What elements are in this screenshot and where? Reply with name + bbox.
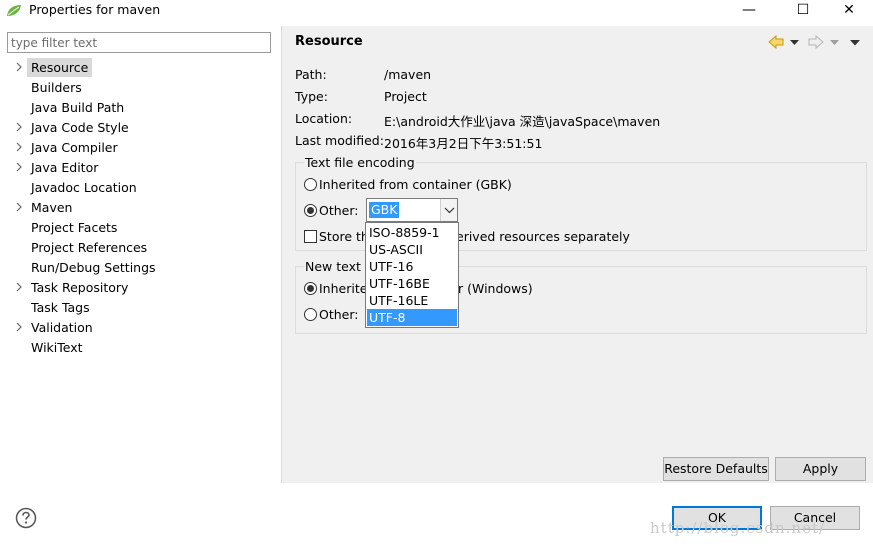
store-derived-label-start: Store th xyxy=(319,229,369,244)
chevron-right-icon[interactable] xyxy=(14,141,24,153)
path-value: /maven xyxy=(384,67,432,82)
dropdown-option-us-ascii[interactable]: US-ASCII xyxy=(367,241,457,258)
spring-leaf-icon xyxy=(7,5,21,16)
chevron-right-icon[interactable] xyxy=(14,61,24,73)
inherited-delimiter-radio[interactable] xyxy=(304,282,317,295)
nav-item-task-tags[interactable]: Task Tags xyxy=(0,298,280,318)
close-button[interactable]: ✕ xyxy=(829,0,869,22)
nav-item-label: Java Code Style xyxy=(31,120,129,135)
chevron-right-icon[interactable] xyxy=(14,161,24,173)
other-delimiter-radio[interactable] xyxy=(304,308,317,321)
restore-defaults-button[interactable]: Restore Defaults xyxy=(663,457,769,481)
nav-item-label: Java Compiler xyxy=(31,140,118,155)
path-label: Path: xyxy=(295,67,327,82)
location-label: Location: xyxy=(295,111,353,126)
back-menu-chevron-icon[interactable] xyxy=(790,40,799,46)
chevron-right-icon[interactable] xyxy=(14,201,24,213)
nav-item-label: WikiText xyxy=(31,340,83,355)
maximize-button[interactable]: ☐ xyxy=(783,0,823,22)
nav-item-label: Validation xyxy=(31,320,93,335)
last-modified-label: Last modified: xyxy=(295,133,384,148)
encoding-combo-value: GBK xyxy=(369,202,400,218)
watermark: http://blog.csdn.net/ xyxy=(650,519,826,537)
chevron-right-icon[interactable] xyxy=(14,281,24,293)
nav-item-java-code-style[interactable]: Java Code Style xyxy=(0,118,280,138)
line-delimiter-group-title: New text f xyxy=(304,259,371,274)
encoding-combo-button[interactable] xyxy=(440,199,457,221)
other-delimiter-label: Other: xyxy=(319,307,359,322)
other-encoding-label: Other: xyxy=(319,203,359,218)
forward-menu-chevron-icon[interactable] xyxy=(830,40,839,46)
nav-item-label: Task Repository xyxy=(31,280,129,295)
nav-item-label: Resource xyxy=(27,58,93,77)
title-bar: Properties for maven — ☐ ✕ xyxy=(0,0,873,22)
nav-item-task-repository[interactable]: Task Repository xyxy=(0,278,280,298)
help-icon[interactable] xyxy=(15,507,37,529)
dropdown-option-utf-16le[interactable]: UTF-16LE xyxy=(367,292,457,309)
inherited-encoding-label: Inherited from container (GBK) xyxy=(319,177,512,192)
dropdown-option-utf-8[interactable]: UTF-8 xyxy=(367,309,457,326)
page-title: Resource xyxy=(295,34,363,49)
nav-item-javadoc-location[interactable]: Javadoc Location xyxy=(0,178,280,198)
encoding-dropdown-list[interactable]: ISO-8859-1 US-ASCII UTF-16 UTF-16BE UTF-… xyxy=(365,222,459,328)
encoding-combo[interactable]: GBK xyxy=(366,198,458,222)
nav-item-wikitext[interactable]: WikiText xyxy=(0,338,280,358)
nav-item-java-build-path[interactable]: Java Build Path xyxy=(0,98,280,118)
type-label: Type: xyxy=(295,89,328,104)
nav-item-project-facets[interactable]: Project Facets xyxy=(0,218,280,238)
store-derived-checkbox[interactable] xyxy=(304,230,317,243)
inherited-delimiter-label-end: r (Windows) xyxy=(458,281,533,296)
last-modified-value: 2016年3月2日下午3:51:51 xyxy=(384,136,543,151)
nav-item-builders[interactable]: Builders xyxy=(0,78,280,98)
chevron-down-icon xyxy=(444,207,455,214)
nav-item-run-debug-settings[interactable]: Run/Debug Settings xyxy=(0,258,280,278)
nav-item-label: Javadoc Location xyxy=(31,180,137,195)
nav-item-java-editor[interactable]: Java Editor xyxy=(0,158,280,178)
nav-item-validation[interactable]: Validation xyxy=(0,318,280,338)
dropdown-option-utf-16[interactable]: UTF-16 xyxy=(367,258,457,275)
dropdown-option-iso-8859-1[interactable]: ISO-8859-1 xyxy=(367,224,457,241)
inherited-encoding-radio[interactable] xyxy=(304,178,317,191)
nav-item-label: Project Facets xyxy=(31,220,118,235)
apply-button[interactable]: Apply xyxy=(775,457,866,481)
store-derived-label-end: erived resources separately xyxy=(456,229,630,244)
other-encoding-radio[interactable] xyxy=(304,204,317,217)
filter-input[interactable] xyxy=(7,32,271,53)
minimize-button[interactable]: — xyxy=(729,0,769,22)
text-encoding-group-title: Text file encoding xyxy=(304,155,416,170)
location-value: E:\android大作业\java 深造\javaSpace\maven xyxy=(384,114,661,129)
forward-arrow-icon[interactable] xyxy=(807,34,824,50)
dropdown-option-utf-16be[interactable]: UTF-16BE xyxy=(367,275,457,292)
view-menu-chevron-icon[interactable] xyxy=(850,40,860,46)
nav-item-label: Java Editor xyxy=(31,160,99,175)
nav-item-label: Task Tags xyxy=(31,300,90,315)
chevron-right-icon[interactable] xyxy=(14,321,24,333)
chevron-right-icon[interactable] xyxy=(14,121,24,133)
nav-item-label: Project References xyxy=(31,240,148,255)
nav-item-label: Builders xyxy=(31,80,82,95)
nav-item-label: Run/Debug Settings xyxy=(31,260,156,275)
nav-item-java-compiler[interactable]: Java Compiler xyxy=(0,138,280,158)
nav-item-label: Maven xyxy=(31,200,73,215)
nav-item-maven[interactable]: Maven xyxy=(0,198,280,218)
nav-item-resource[interactable]: Resource xyxy=(0,58,280,78)
nav-item-label: Java Build Path xyxy=(31,100,125,115)
type-value: Project xyxy=(384,89,427,104)
window-title: Properties for maven xyxy=(29,2,161,17)
nav-item-project-references[interactable]: Project References xyxy=(0,238,280,258)
back-arrow-icon[interactable] xyxy=(768,34,785,50)
